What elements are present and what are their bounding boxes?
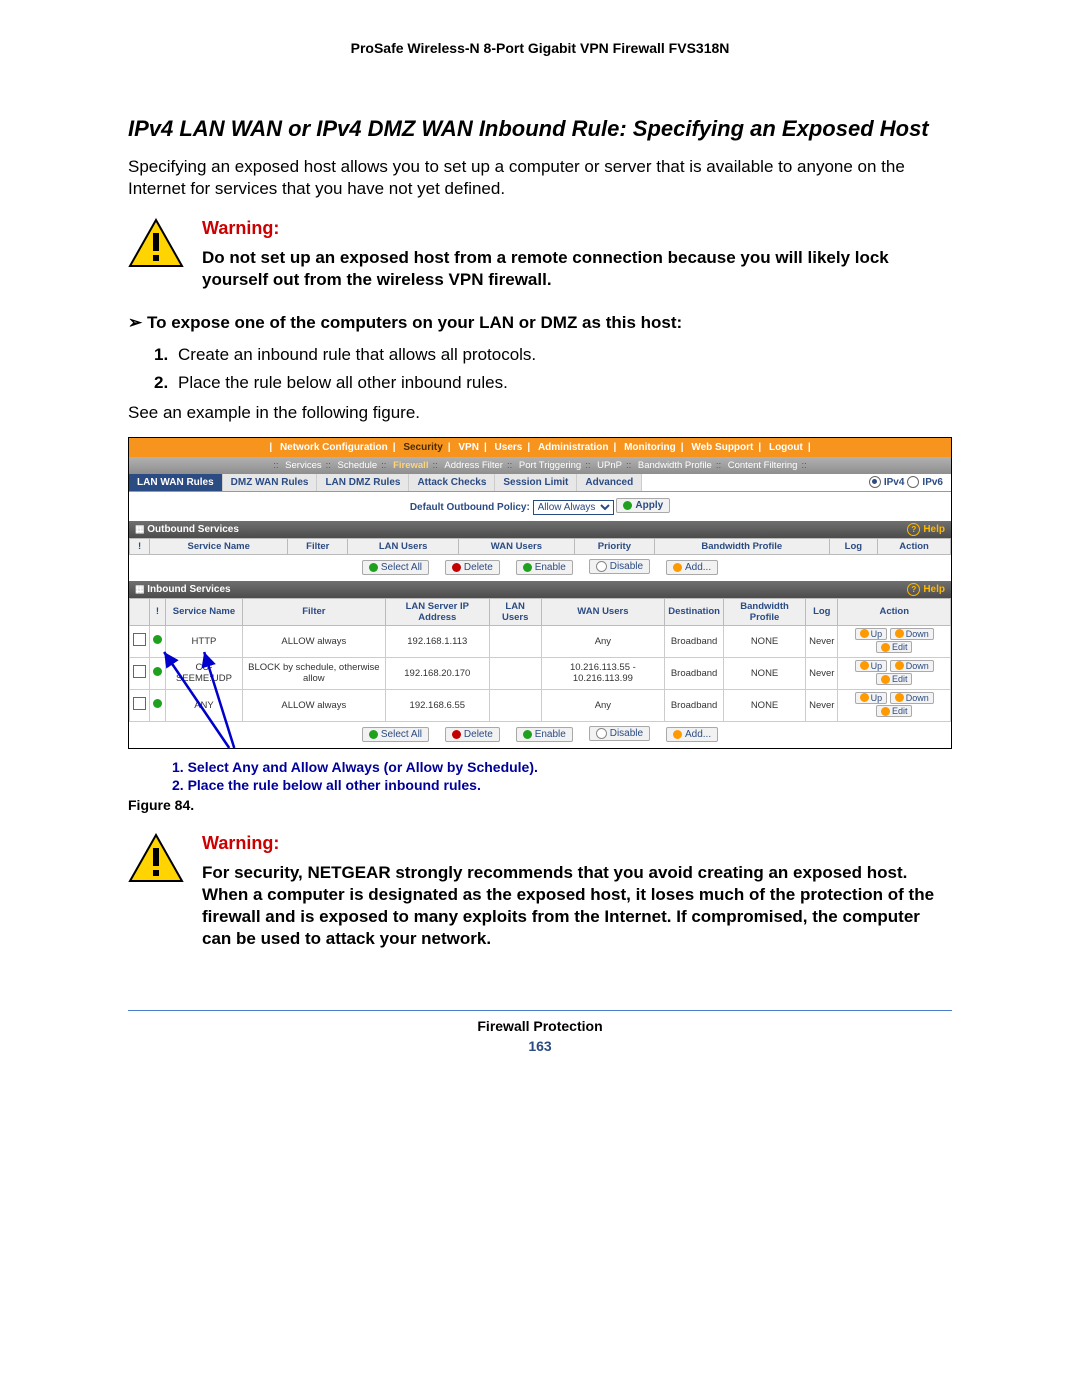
delete-button[interactable]: Delete (445, 727, 500, 742)
disable-button[interactable]: Disable (589, 559, 650, 574)
tab-dmz-wan-rules[interactable]: DMZ WAN Rules (223, 474, 318, 491)
row-checkbox[interactable] (133, 665, 146, 678)
warning-label: Warning: (202, 218, 952, 239)
subnav-services[interactable]: Services (281, 460, 325, 471)
enable-button[interactable]: Enable (516, 727, 573, 742)
status-dot-icon (153, 667, 162, 676)
nav-monitoring[interactable]: Monitoring (621, 442, 679, 453)
enable-button[interactable]: Enable (516, 560, 573, 575)
subnav-address-filter[interactable]: Address Filter (440, 460, 507, 471)
up-button[interactable]: Up (855, 692, 888, 704)
warning-triangle-icon (128, 833, 184, 883)
help-link-inbound[interactable]: ?Help (907, 583, 945, 596)
add-button[interactable]: Add... (666, 560, 718, 575)
see-line: See an example in the following figure. (128, 403, 952, 423)
nav-logout[interactable]: Logout (766, 442, 806, 453)
figure-label: Figure 84. (128, 797, 952, 813)
up-button[interactable]: Up (855, 628, 888, 640)
outbound-table: ! Service Name Filter LAN Users WAN User… (129, 538, 951, 555)
table-row: ANY ALLOW always 192.168.6.55 Any Broadb… (130, 689, 951, 721)
down-button[interactable]: Down (890, 692, 934, 704)
warning-block-2: Warning: For security, NETGEAR strongly … (128, 833, 952, 950)
tab-lan-wan-rules[interactable]: LAN WAN Rules (129, 474, 223, 491)
nav-vpn[interactable]: VPN (455, 442, 482, 453)
warning-body-2: For security, NETGEAR strongly recommend… (202, 862, 952, 950)
tab-lan-dmz-rules[interactable]: LAN DMZ Rules (317, 474, 409, 491)
up-button[interactable]: Up (855, 660, 888, 672)
sub-nav: :: Services:: Schedule:: Firewall:: Addr… (129, 457, 951, 474)
outbound-services-bar: ▦ Outbound Services ?Help (129, 521, 951, 538)
ipv4-radio[interactable] (869, 476, 881, 488)
edit-button[interactable]: Edit (876, 641, 913, 653)
footer-rule (128, 1010, 952, 1011)
nav-websupport[interactable]: Web Support (688, 442, 756, 453)
down-button[interactable]: Down (890, 660, 934, 672)
nav-security[interactable]: Security (400, 442, 445, 453)
subnav-firewall[interactable]: Firewall (389, 460, 432, 471)
row-checkbox[interactable] (133, 633, 146, 646)
page-footer: Firewall Protection 163 (128, 1018, 952, 1054)
subnav-content-filtering[interactable]: Content Filtering (724, 460, 802, 471)
warning-label: Warning: (202, 833, 952, 854)
warning-triangle-icon (128, 218, 184, 268)
outbound-policy-select[interactable]: Allow Always (533, 500, 614, 515)
policy-row: Default Outbound Policy: Allow Always Ap… (129, 492, 951, 521)
warning-block-1: Warning: Do not set up an exposed host f… (128, 218, 952, 291)
inbound-table: ! Service Name Filter LAN Server IP Addr… (129, 598, 951, 722)
nav-admin[interactable]: Administration (535, 442, 612, 453)
tabs-row: LAN WAN Rules DMZ WAN Rules LAN DMZ Rule… (129, 474, 951, 492)
apply-button[interactable]: Apply (616, 498, 670, 513)
warning-body-1: Do not set up an exposed host from a rem… (202, 247, 952, 291)
subnav-upnp[interactable]: UPnP (593, 460, 626, 471)
figure: | Network Configuration| Security| VPN| … (128, 437, 952, 749)
subnav-port-triggering[interactable]: Port Triggering (515, 460, 585, 471)
nav-network[interactable]: Network Configuration (277, 442, 391, 453)
edit-button[interactable]: Edit (876, 705, 913, 717)
intro-paragraph: Specifying an exposed host allows you to… (128, 156, 952, 200)
tab-advanced[interactable]: Advanced (577, 474, 642, 491)
nav-users[interactable]: Users (492, 442, 526, 453)
delete-button[interactable]: Delete (445, 560, 500, 575)
select-all-button[interactable]: Select All (362, 727, 429, 742)
inbound-services-bar: ▦ Inbound Services ?Help (129, 581, 951, 598)
doc-header: ProSafe Wireless-N 8-Port Gigabit VPN Fi… (128, 40, 952, 56)
select-all-button[interactable]: Select All (362, 560, 429, 575)
table-row: CU-SEEME:UDP BLOCK by schedule, otherwis… (130, 657, 951, 689)
down-button[interactable]: Down (890, 628, 934, 640)
subnav-schedule[interactable]: Schedule (334, 460, 382, 471)
status-dot-icon (153, 699, 162, 708)
subnav-bandwidth[interactable]: Bandwidth Profile (634, 460, 716, 471)
figure-callouts: 1. Select Any and Allow Always (or Allow… (172, 759, 952, 793)
step-1: 1.Create an inbound rule that allows all… (154, 343, 952, 367)
tab-attack-checks[interactable]: Attack Checks (409, 474, 495, 491)
tab-session-limit[interactable]: Session Limit (495, 474, 577, 491)
top-nav: | Network Configuration| Security| VPN| … (129, 438, 951, 457)
step-2: 2.Place the rule below all other inbound… (154, 371, 952, 395)
edit-button[interactable]: Edit (876, 673, 913, 685)
ipv6-radio[interactable] (907, 476, 919, 488)
help-link-outbound[interactable]: ?Help (907, 523, 945, 536)
section-title: IPv4 LAN WAN or IPv4 DMZ WAN Inbound Rul… (128, 116, 952, 142)
row-checkbox[interactable] (133, 697, 146, 710)
status-dot-icon (153, 635, 162, 644)
disable-button[interactable]: Disable (589, 726, 650, 741)
procedure-heading: ➢ To expose one of the computers on your… (128, 313, 952, 333)
add-button[interactable]: Add... (666, 727, 718, 742)
table-row: HTTP ALLOW always 192.168.1.113 Any Broa… (130, 625, 951, 657)
